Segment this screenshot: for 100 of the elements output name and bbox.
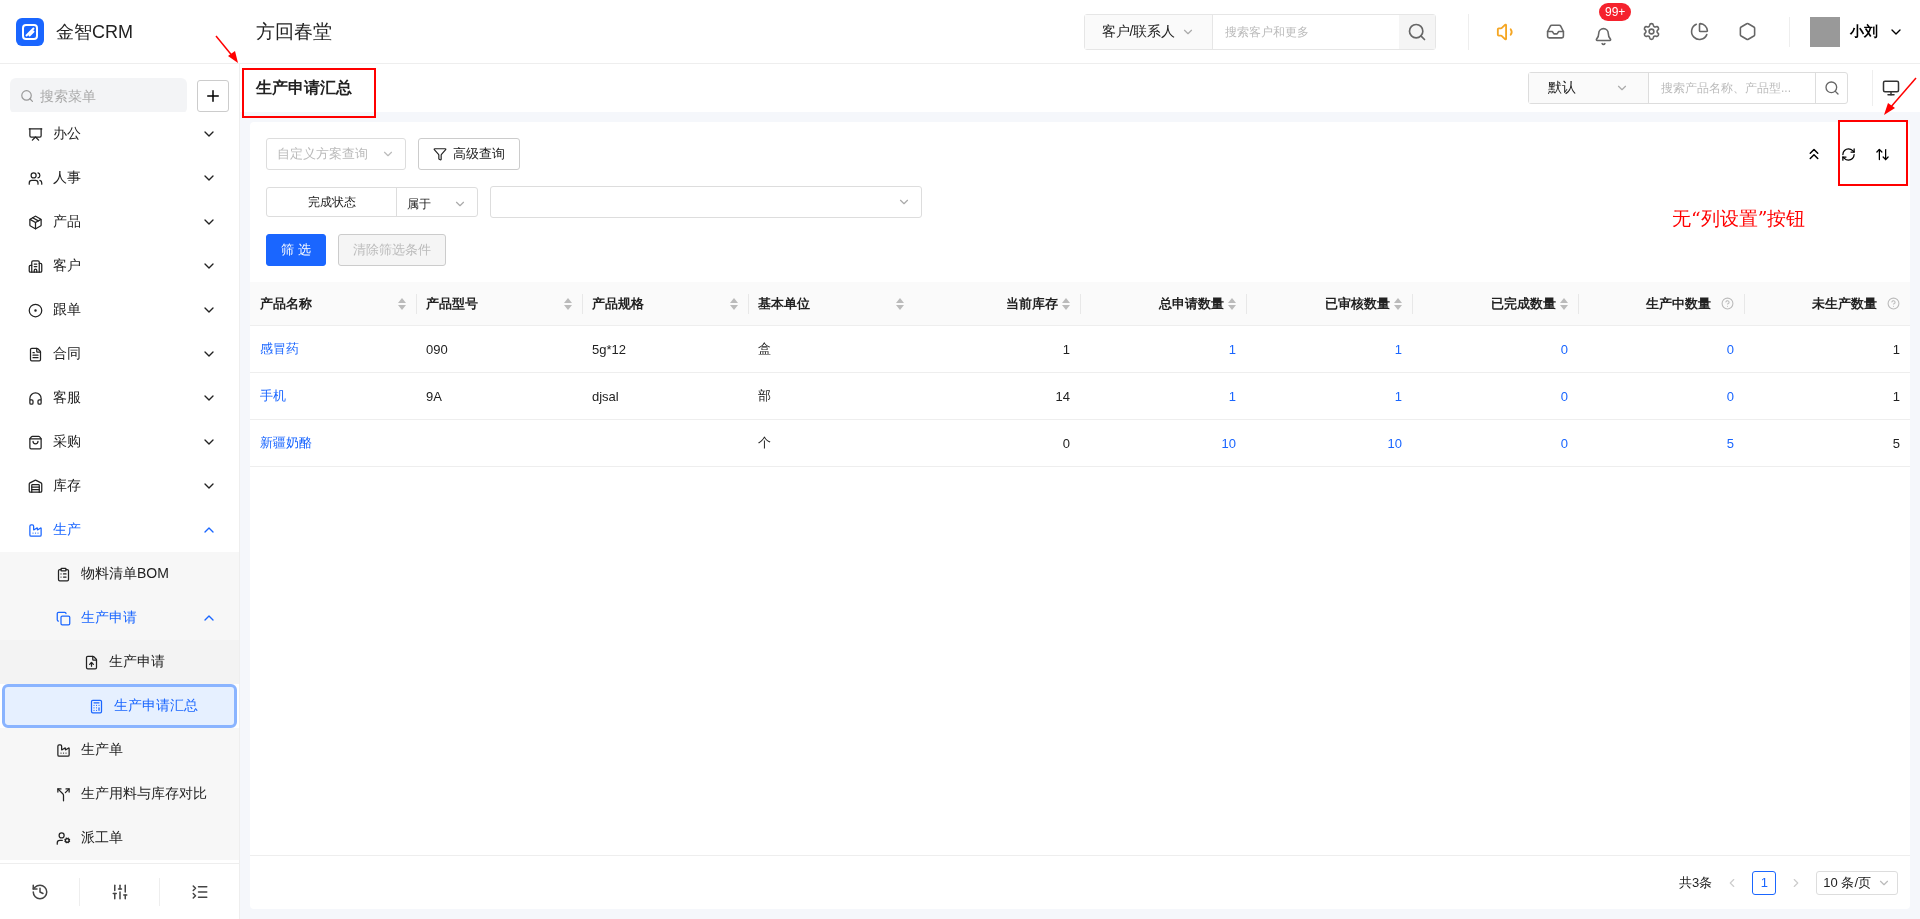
product-search[interactable]: 默认 搜索产品名称、产品型... (1528, 72, 1848, 104)
sliders-icon (110, 882, 129, 901)
menu-icon (84, 654, 99, 670)
logo-icon (16, 17, 44, 46)
search-button[interactable] (1399, 14, 1435, 49)
menu-icon (28, 346, 43, 362)
column-header[interactable]: 基本单位 (748, 282, 914, 326)
annotation-arrow (214, 34, 240, 64)
menu-icon (56, 566, 71, 582)
table-link[interactable]: 0 (1578, 373, 1744, 420)
page-size-select[interactable]: 10 条/页 (1816, 870, 1898, 895)
table-cell: 部 (748, 373, 914, 420)
table-link[interactable]: 10 (1246, 420, 1412, 467)
table-cell: 个 (748, 420, 914, 467)
pie-chart-icon (1689, 22, 1709, 41)
column-header[interactable]: 总申请数量 (1080, 282, 1246, 326)
sidebar-item[interactable]: 派工单 (0, 816, 239, 860)
filter-button[interactable]: 筛 选 (266, 234, 326, 266)
hexagon-icon (1737, 22, 1757, 41)
table-cell: 9A (416, 373, 582, 420)
condition-field: 完成状态 (267, 188, 397, 216)
menu-icon (56, 610, 71, 626)
page-button[interactable]: 1 (1752, 870, 1777, 895)
table-link[interactable]: 1 (1246, 373, 1412, 420)
inbox-icon (1545, 22, 1565, 41)
sidebar-item[interactable]: 物料清单BOM (0, 552, 239, 596)
menu-icon (28, 170, 43, 186)
company-name: 方回春堂 (256, 19, 333, 44)
table-link[interactable]: 1 (1080, 326, 1246, 373)
table-cell: 盒 (748, 326, 914, 373)
menu-icon (56, 830, 71, 846)
menu-icon (28, 302, 43, 318)
global-search[interactable]: 客户/联系人 搜索客户和更多 (1084, 13, 1436, 50)
menu-icon (28, 522, 43, 538)
menu-icon (56, 742, 71, 758)
menu-icon (89, 698, 104, 714)
column-header[interactable]: 已审核数量 (1246, 282, 1412, 326)
menu-icon (28, 478, 43, 494)
column-header[interactable]: 已完成数量 (1412, 282, 1578, 326)
page-title: 生产申请汇总 (256, 77, 353, 98)
app-name: 金智CRM (56, 20, 133, 44)
table-link[interactable]: 0 (1412, 326, 1578, 373)
search-icon (1407, 21, 1427, 42)
menu-search-input[interactable]: 搜索菜单 (38, 87, 187, 105)
table-link[interactable]: 5 (1578, 420, 1744, 467)
column-header[interactable]: 未生产数量 (1744, 282, 1910, 326)
menu-icon (28, 214, 43, 230)
column-header[interactable]: 产品规格 (582, 282, 748, 326)
column-header[interactable]: 产品名称 (250, 282, 416, 326)
table-link[interactable]: 手机 (250, 373, 416, 420)
table-link[interactable]: 1 (1080, 373, 1246, 420)
menu-icon (28, 434, 43, 450)
history-icon (30, 882, 49, 901)
search-icon (20, 88, 35, 104)
table-cell: 5g*12 (582, 326, 748, 373)
table-link[interactable]: 0 (1412, 420, 1578, 467)
table-cell: 0 (914, 420, 1080, 467)
search-icon (1823, 80, 1840, 96)
annotation-box (1838, 120, 1908, 186)
table-cell: djsal (582, 373, 748, 420)
table-link[interactable]: 感冒药 (250, 326, 416, 373)
table-link[interactable]: 10 (1080, 420, 1246, 467)
table-cell: 1 (914, 326, 1080, 373)
sidebar-item[interactable]: 生产用料与库存对比 (0, 772, 239, 816)
notification-badge: 99+ (1599, 2, 1632, 21)
advanced-query-button[interactable]: 高级查询 (418, 138, 520, 170)
table-cell: 1 (1744, 373, 1910, 420)
user-menu[interactable]: 小刘 (1789, 16, 1920, 47)
operator-select[interactable]: 属于 (397, 188, 477, 220)
column-header[interactable]: 当前库存 (914, 282, 1080, 326)
table-cell: 090 (416, 326, 582, 373)
refresh-icon (1840, 146, 1856, 162)
table-cell: 1 (1744, 326, 1910, 373)
table-link[interactable]: 新疆奶酪 (250, 420, 416, 467)
view-select[interactable]: 默认 (1529, 73, 1649, 103)
table-link[interactable]: 0 (1412, 373, 1578, 420)
menu-search-box[interactable]: 搜索菜单 (10, 78, 187, 114)
annotation-note: 无“列设置”按钮 (1672, 206, 1806, 231)
menu-icon (28, 258, 43, 274)
column-header[interactable]: 生产中数量 (1578, 282, 1744, 326)
avatar-placeholder (1810, 16, 1840, 47)
table-link[interactable]: 0 (1578, 326, 1744, 373)
total-count: 共3条 (1679, 873, 1713, 892)
sidebar-item[interactable]: 生产申请 (0, 596, 239, 640)
table-cell: 14 (914, 373, 1080, 420)
table-link[interactable]: 1 (1246, 326, 1412, 373)
up-down-arrow-icon (1874, 146, 1890, 162)
table-cell: 5 (1744, 420, 1910, 467)
settings-icon (1641, 22, 1661, 41)
menu-icon (56, 786, 71, 802)
add-button[interactable] (197, 80, 229, 112)
menu-icon (28, 390, 43, 406)
sidebar-item[interactable]: 生产单 (0, 728, 239, 772)
sidebar-item[interactable]: 生产申请汇总 (2, 684, 237, 728)
column-header[interactable]: 产品型号 (416, 282, 582, 326)
collapse-menu-icon (190, 882, 209, 901)
sidebar-item[interactable]: 生产申请 (0, 640, 239, 684)
scope-select[interactable]: 客户/联系人 (1085, 14, 1213, 49)
menu-icon (28, 126, 43, 142)
monitor-icon (1881, 79, 1900, 97)
